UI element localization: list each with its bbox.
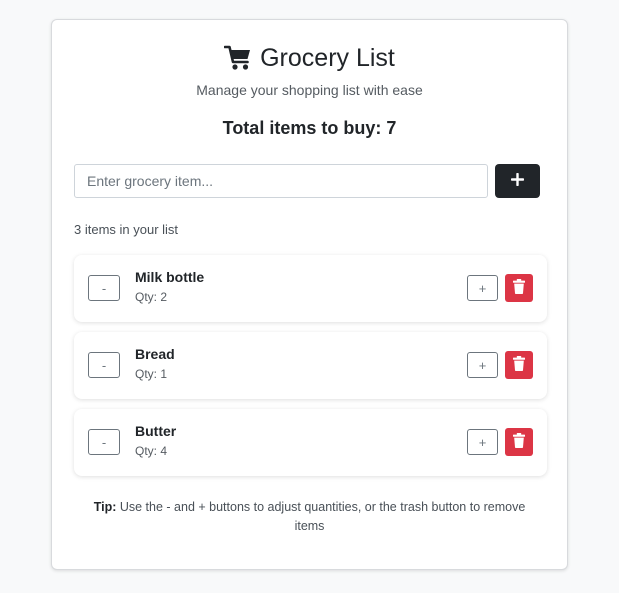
item-name: Milk bottle — [135, 269, 205, 285]
item-count-text: 3 items in your list — [74, 222, 179, 237]
delete-button[interactable] — [505, 274, 533, 302]
decrement-button[interactable]: - — [88, 352, 120, 378]
increment-button[interactable]: + — [467, 352, 498, 378]
add-item-button[interactable] — [495, 164, 540, 198]
page-subtitle: Manage your shopping list with ease — [196, 82, 423, 98]
list-item: - Bread Qty: 1 + — [74, 332, 547, 399]
trash-icon — [513, 279, 525, 297]
decrement-button[interactable]: - — [88, 429, 120, 455]
increment-button[interactable]: + — [467, 429, 498, 455]
item-quantity: Qty: 2 — [135, 290, 168, 304]
increment-button[interactable]: + — [467, 275, 498, 301]
total-items-label: Total items to buy: 7 — [222, 118, 397, 138]
list-item: - Butter Qty: 4 + — [74, 409, 547, 476]
tip-body: Use the - and + buttons to adjust quanti… — [116, 500, 526, 533]
cart-icon — [224, 45, 252, 71]
delete-button[interactable] — [505, 428, 533, 456]
list-item: - Milk bottle Qty: 2 + — [74, 255, 547, 322]
delete-button[interactable] — [505, 351, 533, 379]
grocery-list: - Milk bottle Qty: 2 + - Bread Qty: 1 + — [74, 255, 547, 486]
header: Grocery List — [52, 43, 567, 73]
tip-label: Tip: — [93, 500, 117, 514]
trash-icon — [513, 356, 525, 374]
item-quantity: Qty: 1 — [135, 367, 168, 381]
item-quantity: Qty: 4 — [135, 444, 168, 458]
plus-icon — [510, 172, 525, 189]
item-name: Bread — [135, 346, 175, 362]
grocery-item-input[interactable] — [74, 164, 488, 198]
decrement-button[interactable]: - — [88, 275, 120, 301]
page-title: Grocery List — [260, 44, 395, 72]
tip-text: Tip: Use the - and + buttons to adjust q… — [82, 498, 537, 536]
trash-icon — [513, 433, 525, 451]
item-name: Butter — [135, 423, 177, 439]
add-item-form — [74, 164, 540, 198]
grocery-card: Grocery List Manage your shopping list w… — [51, 19, 568, 570]
